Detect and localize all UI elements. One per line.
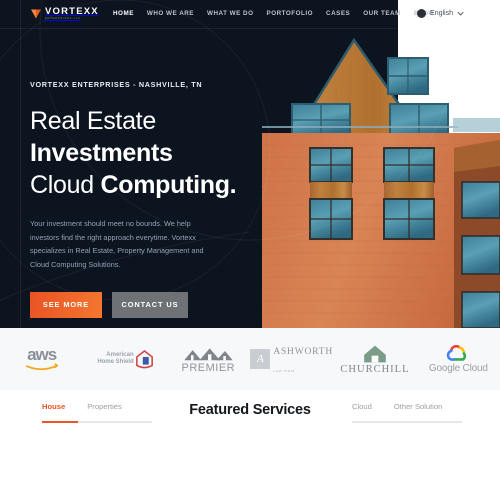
google-cloud-icon — [447, 344, 467, 361]
logo-tagline: ENTERPRISES LLC — [45, 16, 81, 20]
featured-services-section: Featured Services House Properties Cloud… — [0, 390, 500, 500]
hero-vertical-rule — [20, 0, 21, 328]
ahs-text: American Home Shield — [97, 352, 133, 366]
nav-item-home[interactable]: HOME — [113, 10, 134, 17]
services-tabs-left: House Properties — [42, 402, 122, 418]
ashworth-monogram-icon: A — [250, 349, 271, 369]
partner-logo-premier[interactable]: PREMIER — [167, 328, 250, 390]
hero-content: VORTEXX ENTERPRISES - NASHVILLE, TN Real… — [30, 80, 260, 319]
aws-smile-icon — [25, 363, 59, 371]
header-divider — [0, 28, 396, 29]
tab-active-indicator — [42, 421, 78, 423]
services-tab-bar: Featured Services House Properties Cloud… — [0, 402, 500, 428]
partner-logo-ashworth[interactable]: A ASHWORTH LAW FIRM — [250, 328, 333, 390]
hero-headline-line-3-thin: Cloud — [30, 170, 101, 199]
partner-name-ahs: American — [106, 352, 134, 359]
contact-us-button[interactable]: CONTACT US — [112, 292, 188, 319]
partner-name-google-cloud: Google Cloud — [428, 362, 488, 374]
nav-item-our-team[interactable]: OUR TEAM — [363, 10, 401, 17]
premier-roofs-icon — [184, 347, 233, 360]
partner-name-churchill: CHURCHILL — [340, 363, 410, 375]
hero-headline-line-3-bold: Computing. — [100, 170, 237, 199]
tab-other-solution[interactable]: Other Solution — [394, 402, 443, 418]
services-tabs-right: Cloud Other Solution — [352, 402, 442, 418]
partner-sub-ashworth: LAW FIRM — [273, 369, 295, 373]
home-shield-icon — [135, 349, 153, 368]
hero-eyebrow: VORTEXX ENTERPRISES - NASHVILLE, TN — [30, 80, 203, 89]
globe-icon — [417, 9, 427, 18]
hero-section: VORTEXX ENTERPRISES - NASHVILLE, TN Real… — [0, 0, 500, 328]
hero-headline-line-1: Real Estate — [30, 107, 156, 135]
landing-page: VORTEXX ENTERPRISES - NASHVILLE, TN Real… — [0, 0, 500, 500]
partner-logo-strip: aws American Home Shield PREMIER A ASHWO… — [0, 328, 500, 390]
tab-cloud[interactable]: Cloud — [352, 402, 372, 418]
language-label: English — [430, 10, 453, 17]
partner-logo-aws[interactable]: aws — [0, 328, 83, 390]
partner-logo-google-cloud[interactable]: Google Cloud — [417, 328, 500, 390]
hero-headline-line-2: Investments — [30, 138, 173, 167]
partner-logo-american-home-shield[interactable]: American Home Shield — [83, 328, 166, 390]
tab-properties[interactable]: Properties — [87, 402, 122, 418]
partner-name-aws: aws — [27, 344, 57, 364]
nav-item-cases[interactable]: CASES — [326, 10, 350, 17]
hero-headline: Real Estate Investments Cloud Computing. — [30, 106, 260, 201]
churchill-house-icon — [364, 345, 386, 362]
hero-headline-line-3: Cloud Computing. — [30, 170, 260, 202]
partner-name-premier: PREMIER — [181, 361, 236, 374]
tab-house[interactable]: House — [42, 402, 65, 418]
nav-item-what-we-do[interactable]: WHAT WE DO — [207, 10, 254, 17]
partner-logo-churchill[interactable]: CHURCHILL — [333, 328, 416, 390]
partner-sub-ahs: Home Shield — [97, 359, 134, 365]
partner-name-ashworth: ASHWORTH — [273, 347, 333, 357]
logo-text: VORTEXX ENTERPRISES LLC — [45, 7, 99, 20]
logo-name: VORTEXX — [45, 6, 99, 17]
see-more-button[interactable]: SEE MORE — [30, 292, 102, 319]
nav-item-who-we-are[interactable]: WHO WE ARE — [147, 10, 194, 17]
tab-rule-right — [352, 421, 462, 423]
main-nav: HOME WHO WE ARE WHAT WE DO PORTOFOLIO CA… — [113, 10, 434, 17]
chevron-down-icon — [457, 11, 464, 16]
aws-logo-icon: aws — [25, 344, 59, 371]
hero-button-group: SEE MORE CONTACT US — [30, 292, 260, 319]
hero-paragraph: Your investment should meet no bounds. W… — [30, 219, 204, 269]
nav-item-portofolio[interactable]: PORTOFOLIO — [267, 10, 314, 17]
site-logo[interactable]: VORTEXX ENTERPRISES LLC — [30, 7, 99, 20]
v-mark-icon — [31, 9, 41, 19]
site-header: VORTEXX ENTERPRISES LLC HOME WHO WE ARE … — [0, 0, 500, 29]
language-selector[interactable]: English — [417, 9, 464, 18]
